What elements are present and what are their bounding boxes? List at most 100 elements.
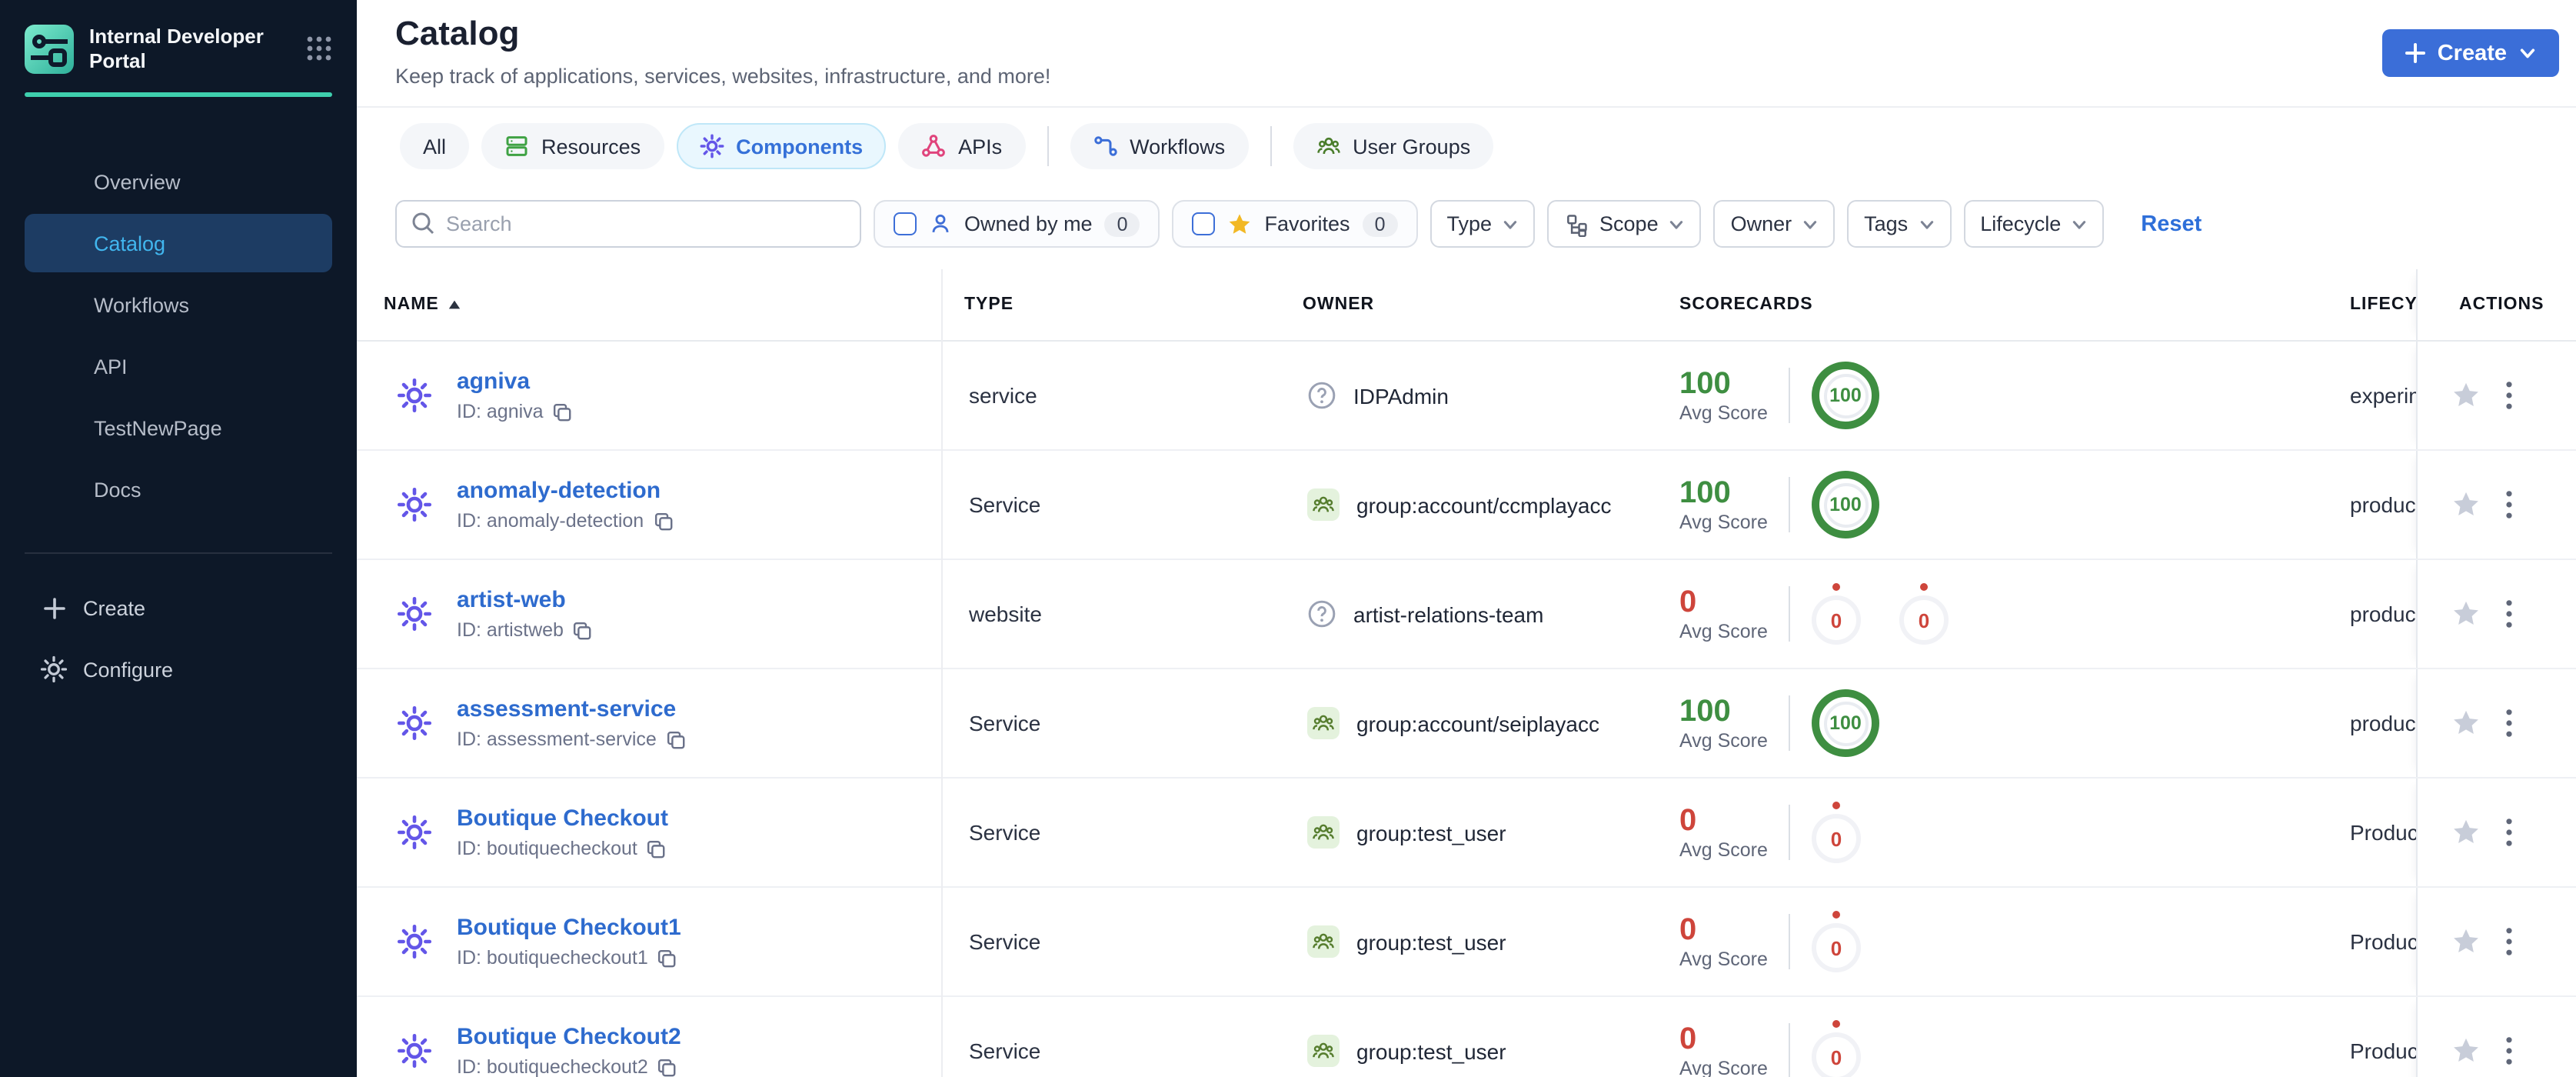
kebab-menu-icon[interactable] bbox=[2505, 490, 2513, 519]
column-header-type: TYPE bbox=[964, 295, 1014, 314]
sidebar-item-catalog[interactable]: Catalog bbox=[25, 214, 332, 272]
column-header-name[interactable]: NAME bbox=[384, 295, 462, 314]
entity-id-text: ID: boutiquecheckout1 bbox=[457, 947, 648, 969]
sidebar-create[interactable]: Create bbox=[0, 579, 357, 637]
filter-dropdown-scope[interactable]: Scope bbox=[1547, 200, 1702, 248]
tab-apis[interactable]: APIs bbox=[898, 123, 1026, 169]
favorite-star-icon[interactable] bbox=[2451, 490, 2481, 519]
favorites-checkbox[interactable] bbox=[1192, 212, 1216, 235]
scorecard-rings: 100 bbox=[1812, 342, 1879, 449]
sidebar-item-api[interactable]: API bbox=[25, 337, 332, 395]
entity-name-link[interactable]: Boutique Checkout bbox=[457, 805, 668, 832]
tab-workflows[interactable]: Workflows bbox=[1070, 123, 1249, 169]
tab-user-groups[interactable]: User Groups bbox=[1293, 123, 1494, 169]
actions-header-sticky: ACTIONS bbox=[2416, 269, 2576, 340]
component-gear-icon bbox=[397, 705, 432, 741]
avg-score-label: Avg Score bbox=[1679, 949, 1768, 970]
kebab-menu-icon[interactable] bbox=[2505, 927, 2513, 956]
scorecard-ring-badge[interactable]: 100 bbox=[1812, 689, 1879, 757]
sidebar-item-docs[interactable]: Docs bbox=[25, 460, 332, 518]
kebab-menu-icon[interactable] bbox=[2505, 381, 2513, 410]
entity-name-link[interactable]: assessment-service bbox=[457, 696, 676, 722]
entity-owner: group:test_user bbox=[1307, 816, 1506, 849]
scorecard-ring-badge[interactable]: 0 bbox=[1812, 1020, 1861, 1077]
column-resize-divider[interactable] bbox=[941, 269, 943, 1077]
kebab-menu-icon[interactable] bbox=[2505, 599, 2513, 629]
reset-filters-link[interactable]: Reset bbox=[2141, 212, 2202, 236]
copy-icon[interactable] bbox=[573, 620, 593, 640]
entity-name-block: agniva ID: agniva bbox=[457, 368, 573, 422]
scorecard-ring-value: 0 bbox=[1812, 595, 1861, 645]
entity-name-block: Boutique Checkout ID: boutiquecheckout bbox=[457, 805, 668, 859]
entity-name-link[interactable]: agniva bbox=[457, 368, 530, 395]
scope-tree-icon bbox=[1564, 212, 1589, 236]
scorecard-ring-badge[interactable]: 0 bbox=[1899, 583, 1949, 645]
owned-by-me-checkbox[interactable] bbox=[894, 212, 917, 235]
entity-id: ID: artistweb bbox=[457, 619, 593, 641]
entity-owner: IDPAdmin bbox=[1307, 381, 1449, 410]
scorecard-divider bbox=[1789, 1023, 1790, 1077]
component-gear-icon bbox=[397, 815, 432, 850]
scorecard-ring-badge[interactable]: 0 bbox=[1812, 583, 1861, 645]
sidebar-item-testnewpage[interactable]: TestNewPage bbox=[25, 398, 332, 457]
search-input[interactable] bbox=[395, 200, 861, 248]
table-row: anomaly-detection ID: anomaly-detection Se… bbox=[357, 451, 2576, 560]
avg-score-label: Avg Score bbox=[1679, 512, 1768, 533]
favorite-star-icon[interactable] bbox=[2451, 927, 2481, 956]
favorite-star-icon[interactable] bbox=[2451, 1036, 2481, 1065]
avg-score-label: Avg Score bbox=[1679, 621, 1768, 642]
person-icon bbox=[929, 212, 952, 235]
copy-icon[interactable] bbox=[657, 948, 677, 968]
tab-components[interactable]: Components bbox=[676, 123, 887, 169]
tab-all[interactable]: All bbox=[400, 123, 470, 169]
avg-score-label: Avg Score bbox=[1679, 402, 1768, 424]
favorite-star-icon[interactable] bbox=[2451, 381, 2481, 410]
sort-asc-icon bbox=[448, 298, 462, 311]
tab-label: User Groups bbox=[1353, 135, 1471, 158]
scorecard-ring-badge[interactable]: 0 bbox=[1812, 802, 1861, 863]
copy-icon[interactable] bbox=[553, 402, 573, 422]
create-button[interactable]: Create bbox=[2381, 29, 2559, 77]
sidebar-nav: Overview Catalog Workflows API TestNewPage Do… bbox=[0, 152, 357, 518]
kebab-menu-icon[interactable] bbox=[2505, 818, 2513, 847]
scorecard-ring-badge[interactable]: 100 bbox=[1812, 362, 1879, 429]
owned-by-me-filter[interactable]: Owned by me 0 bbox=[874, 200, 1160, 248]
entity-name-link[interactable]: artist-web bbox=[457, 587, 566, 613]
entity-name-link[interactable]: anomaly-detection bbox=[457, 478, 661, 504]
owner-label: group:test_user bbox=[1356, 929, 1506, 954]
sidebar-create-label: Create bbox=[83, 596, 146, 619]
entity-name-link[interactable]: Boutique Checkout1 bbox=[457, 915, 681, 941]
entity-name-link[interactable]: Boutique Checkout2 bbox=[457, 1024, 681, 1050]
kebab-menu-icon[interactable] bbox=[2505, 1036, 2513, 1065]
favorites-count: 0 bbox=[1362, 212, 1398, 236]
sidebar-item-workflows[interactable]: Workflows bbox=[25, 275, 332, 334]
owner-label: artist-relations-team bbox=[1353, 602, 1544, 626]
dropdown-label: Scope bbox=[1599, 212, 1659, 235]
scorecard-ring-badge[interactable]: 0 bbox=[1812, 911, 1861, 972]
avg-score-label: Avg Score bbox=[1679, 730, 1768, 752]
filter-dropdown-owner[interactable]: Owner bbox=[1713, 200, 1835, 248]
tab-group-divider bbox=[1047, 126, 1049, 166]
filter-dropdown-tags[interactable]: Tags bbox=[1847, 200, 1952, 248]
copy-icon[interactable] bbox=[666, 729, 686, 749]
group-owner-icon bbox=[1307, 1035, 1340, 1067]
scorecard-ring-badge[interactable]: 100 bbox=[1812, 471, 1879, 538]
entity-name-block: artist-web ID: artistweb bbox=[457, 587, 593, 641]
avg-score: 100 Avg Score bbox=[1679, 476, 1768, 533]
entity-id: ID: agniva bbox=[457, 401, 573, 422]
favorites-filter[interactable]: Favorites 0 bbox=[1172, 200, 1418, 248]
favorite-star-icon[interactable] bbox=[2451, 599, 2481, 629]
sidebar-item-overview[interactable]: Overview bbox=[25, 152, 332, 211]
favorite-star-icon[interactable] bbox=[2451, 818, 2481, 847]
app-switcher-grid-icon[interactable] bbox=[306, 35, 332, 69]
copy-icon[interactable] bbox=[647, 839, 667, 859]
sidebar-configure[interactable]: Configure bbox=[0, 640, 357, 699]
favorite-star-icon[interactable] bbox=[2451, 709, 2481, 738]
filter-dropdown-type[interactable]: Type bbox=[1429, 200, 1536, 248]
copy-icon[interactable] bbox=[657, 1057, 677, 1077]
copy-icon[interactable] bbox=[653, 511, 673, 531]
tab-resources[interactable]: Resources bbox=[481, 123, 664, 169]
filter-dropdown-lifecycle[interactable]: Lifecycle bbox=[1963, 200, 2105, 248]
kebab-menu-icon[interactable] bbox=[2505, 709, 2513, 738]
entity-id: ID: assessment-service bbox=[457, 729, 686, 750]
